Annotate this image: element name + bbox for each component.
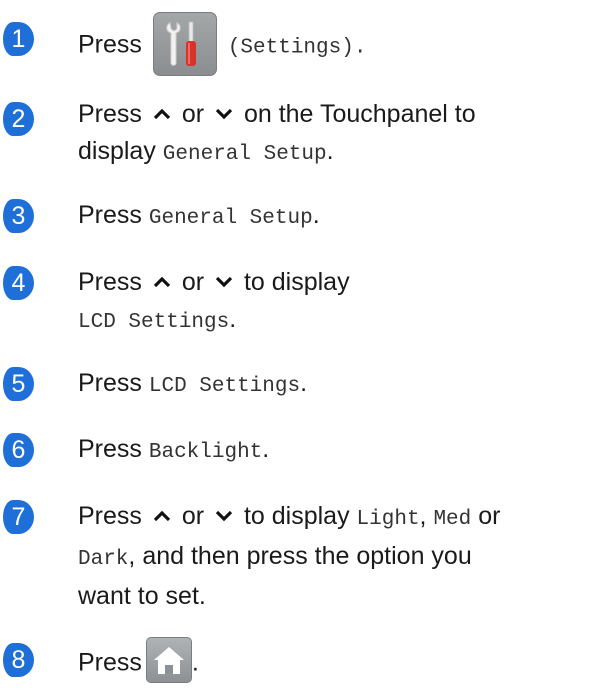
step-word: Press bbox=[78, 369, 142, 397]
option-light: Light bbox=[356, 508, 420, 531]
step-text: Press or on the Touchpanel to display Ge… bbox=[78, 96, 608, 173]
period: . bbox=[191, 648, 199, 677]
step-number-badge: 2 bbox=[3, 102, 34, 136]
chevron-down-icon bbox=[215, 276, 233, 288]
step-number-badge: 5 bbox=[3, 367, 34, 401]
period: . bbox=[300, 369, 308, 397]
step-word: Press bbox=[78, 648, 142, 677]
period: . bbox=[326, 137, 334, 165]
chevron-up-icon bbox=[153, 108, 170, 120]
step-number-badge: 6 bbox=[3, 433, 34, 467]
step-text: Press . bbox=[78, 637, 608, 687]
step-word: Press bbox=[78, 100, 142, 128]
step-word: Press bbox=[78, 502, 142, 530]
step-text-segment: to display bbox=[243, 502, 350, 530]
step-text-segment: display bbox=[78, 137, 156, 165]
step-word: Press bbox=[78, 30, 142, 59]
step-text: Press General Setup. bbox=[78, 197, 608, 237]
step-text: Press (Settings). bbox=[78, 12, 608, 78]
step-text-segment: , and then press the option you bbox=[128, 542, 472, 570]
chevron-down-icon bbox=[215, 108, 233, 120]
step-word: Press bbox=[78, 435, 142, 463]
step-text-segment: on the Touchpanel to bbox=[243, 100, 476, 128]
menu-item-lcd-settings: LCD Settings bbox=[148, 375, 301, 398]
step-word: Press bbox=[78, 201, 142, 229]
or-text: or bbox=[181, 100, 205, 128]
menu-item-backlight: Backlight bbox=[148, 441, 263, 464]
step-text: Press or to display LCD Settings. bbox=[78, 264, 608, 341]
chevron-down-icon bbox=[215, 510, 233, 522]
chevron-up-icon bbox=[153, 510, 170, 522]
or-text: or bbox=[181, 502, 205, 530]
menu-item-general-setup: General Setup bbox=[162, 143, 327, 166]
settings-icon[interactable] bbox=[152, 12, 217, 76]
period: . bbox=[229, 305, 237, 333]
menu-item-lcd-settings: LCD Settings bbox=[78, 311, 230, 334]
step-text: Press LCD Settings. bbox=[78, 365, 608, 405]
settings-label: (Settings). bbox=[227, 36, 367, 60]
or-text: or bbox=[478, 502, 501, 530]
step-number-badge: 7 bbox=[3, 500, 34, 534]
step-word: Press bbox=[78, 268, 142, 296]
step-number-badge: 3 bbox=[3, 199, 34, 233]
period: . bbox=[262, 435, 270, 463]
step-text-segment: to display bbox=[243, 268, 350, 296]
step-text: Press Backlight. bbox=[78, 431, 608, 471]
step-number-badge: 1 bbox=[3, 22, 34, 56]
option-med: Med bbox=[433, 508, 472, 531]
period: . bbox=[312, 201, 320, 229]
step-text: Press or to display Light, Med or Dark, … bbox=[78, 498, 608, 615]
step-text-segment: want to set. bbox=[78, 582, 206, 610]
comma: , bbox=[419, 502, 427, 530]
chevron-up-icon bbox=[153, 276, 170, 288]
step-number-badge: 8 bbox=[3, 643, 34, 677]
home-icon[interactable] bbox=[145, 637, 192, 683]
option-dark: Dark bbox=[78, 548, 129, 571]
menu-item-general-setup: General Setup bbox=[148, 207, 313, 230]
step-number-badge: 4 bbox=[3, 266, 34, 300]
or-text: or bbox=[181, 268, 205, 296]
